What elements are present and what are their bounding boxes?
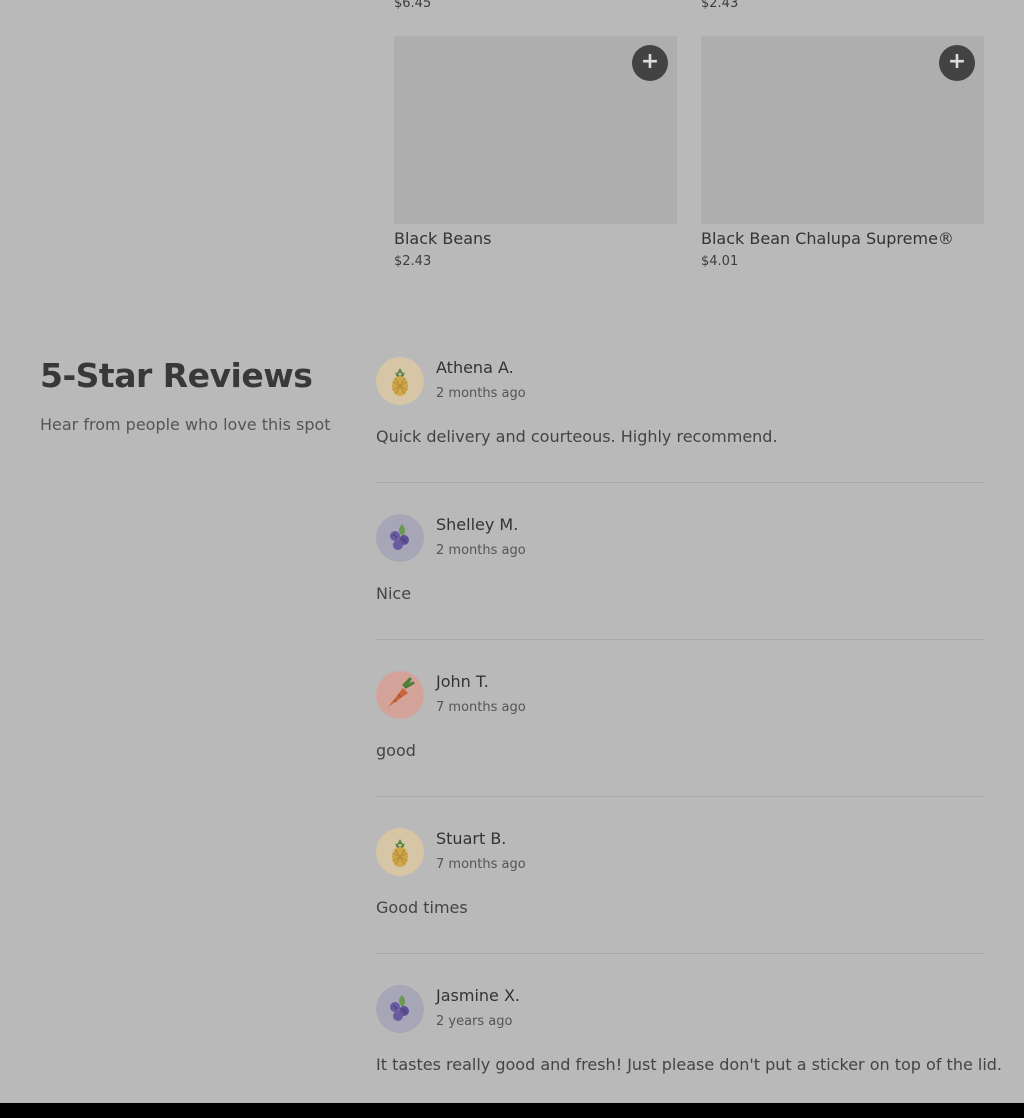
review-item: Stuart B. 7 months ago Good times [376,827,984,954]
product-price-partial: $2.43 [701,0,739,11]
review-item: Jasmine X. 2 years ago It tastes really … [376,984,1002,1110]
review-time: 7 months ago [436,857,526,872]
reviewer-name: Athena A. [436,358,514,377]
reviewer-name: Jasmine X. [436,986,521,1005]
product-price: $4.01 [701,254,739,269]
review-text: Nice [376,584,412,603]
product-card-black-beans[interactable]: + Black Beans $2.43 [394,36,677,269]
reviews-subtitle: Hear from people who love this spot [40,415,331,434]
carrot-icon [376,671,424,719]
product-price-partial: $6.45 [394,0,432,11]
reviews-title: 5-Star Reviews [40,356,313,395]
review-text: Good times [376,898,468,917]
reviewer-name: Stuart B. [436,829,507,848]
reviewer-name: John T. [436,672,489,691]
review-time: 2 years ago [436,1014,513,1029]
add-to-cart-button[interactable]: + [939,45,975,81]
review-time: 2 months ago [436,543,526,558]
blackberry-icon [376,985,424,1033]
product-card-black-bean-chalupa[interactable]: + Black Bean Chalupa Supreme® $4.01 [701,36,984,269]
review-time: 7 months ago [436,700,526,715]
product-image[interactable]: + [701,36,984,224]
pineapple-icon [376,828,424,876]
review-text: Quick delivery and courteous. Highly rec… [376,427,778,446]
pineapple-icon [376,357,424,405]
product-name[interactable]: Black Bean Chalupa Supreme® [701,229,984,248]
review-item: Athena A. 2 months ago Quick delivery an… [376,356,984,483]
review-item: Shelley M. 2 months ago Nice [376,513,984,640]
review-text: It tastes really good and fresh! Just pl… [376,1055,1003,1074]
page: $6.45 $2.43 + Black Beans $2.43 + Black … [0,0,1024,1118]
review-list: Athena A. 2 months ago Quick delivery an… [376,356,1002,1118]
review-time: 2 months ago [436,386,526,401]
footer-bar [0,1103,1024,1118]
product-name[interactable]: Black Beans [394,229,677,248]
add-to-cart-button[interactable]: + [632,45,668,81]
product-image[interactable]: + [394,36,677,224]
review-item: John T. 7 months ago good [376,670,984,797]
blackberry-icon [376,514,424,562]
review-text: good [376,741,416,760]
product-price: $2.43 [394,254,432,269]
reviewer-name: Shelley M. [436,515,519,534]
